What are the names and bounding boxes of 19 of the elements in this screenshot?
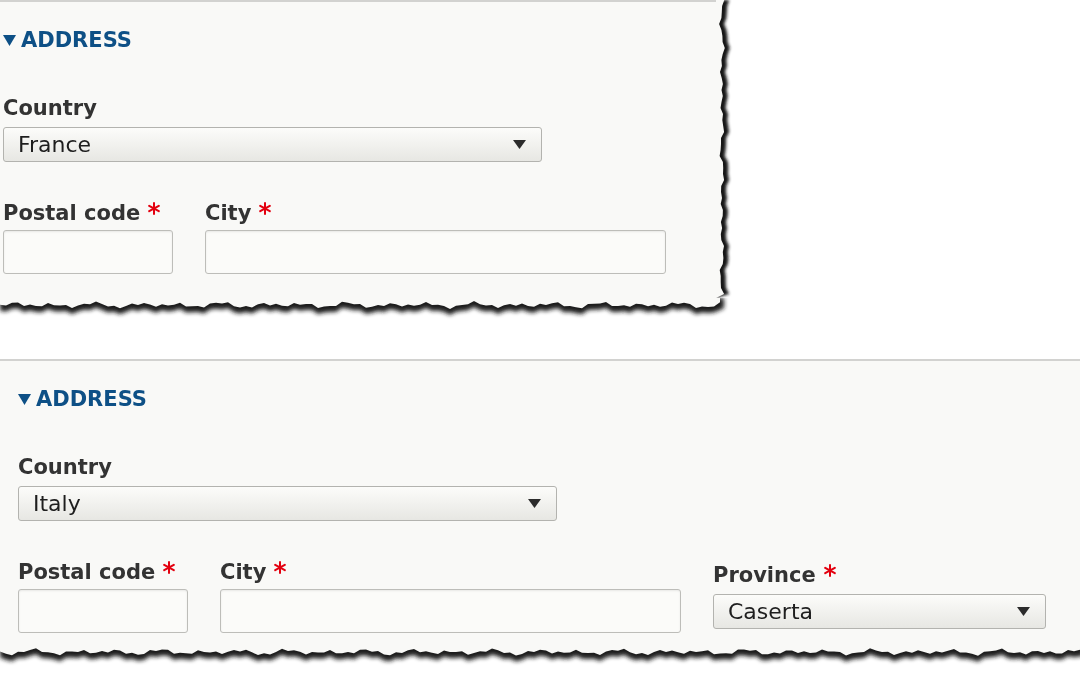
field-label: Country <box>3 96 97 120</box>
input-field[interactable] <box>18 589 188 633</box>
select-field[interactable]: Caserta <box>713 594 1046 629</box>
caret-down-icon <box>1017 607 1030 616</box>
caret-down-icon <box>513 140 526 149</box>
field-label: Province <box>713 563 816 587</box>
field-label: Postal code <box>18 560 156 584</box>
field-label: City <box>205 201 252 225</box>
section-toggle[interactable]: ADDRESS <box>18 387 147 411</box>
field-label: Country <box>18 455 112 479</box>
field-label: City <box>220 560 267 584</box>
select-field[interactable]: France <box>3 127 542 162</box>
select-field[interactable]: Italy <box>18 486 557 521</box>
section-toggle[interactable]: ADDRESS <box>3 28 132 52</box>
input-field[interactable] <box>220 589 681 633</box>
field-label: Postal code <box>3 201 141 225</box>
caret-down-icon <box>528 499 541 508</box>
input-field[interactable] <box>3 230 173 274</box>
input-field[interactable] <box>205 230 666 274</box>
